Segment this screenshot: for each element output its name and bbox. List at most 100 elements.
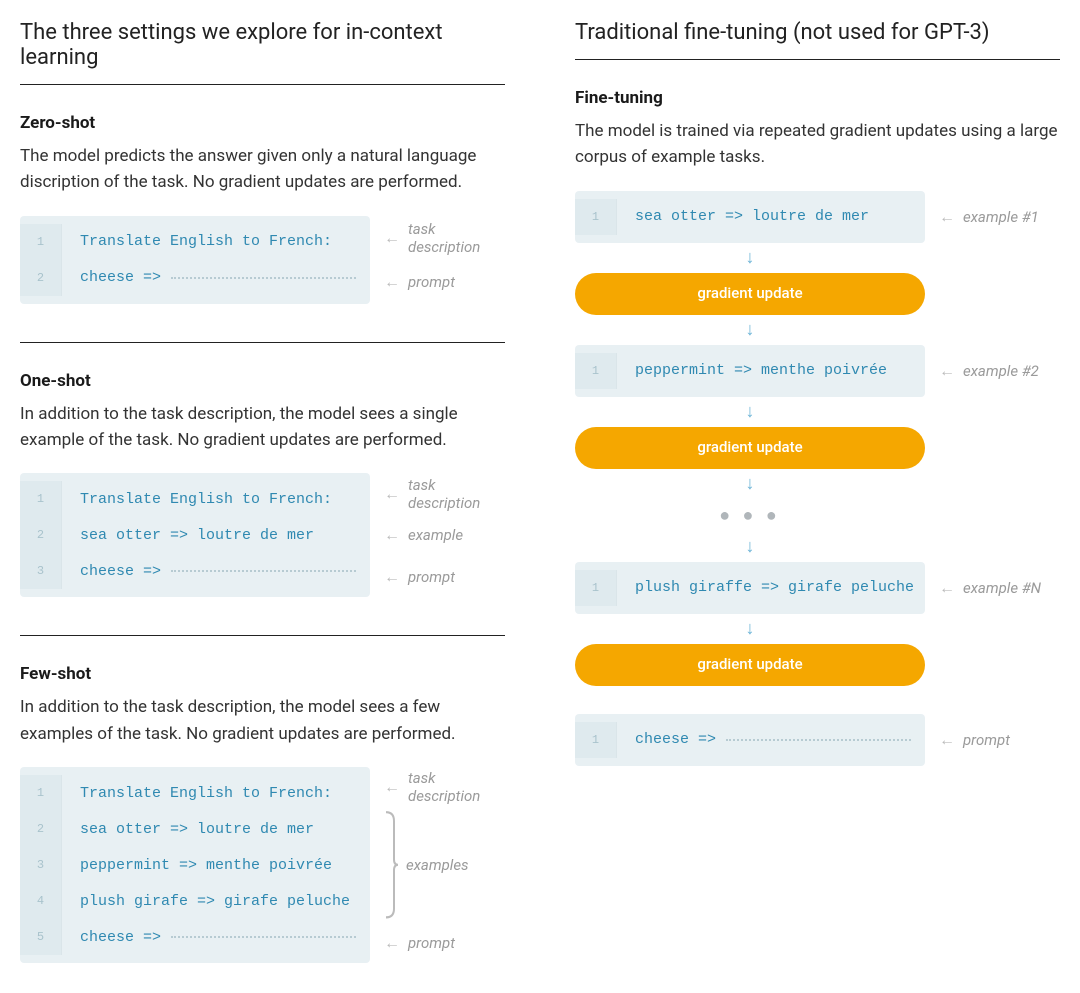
code-block-with-annotations: 1Translate English to French:2cheese =>←… [20, 216, 505, 304]
line-number: 3 [20, 847, 62, 883]
code-block: 1cheese => [575, 714, 925, 766]
code-text: sea otter => loutre de mer [62, 821, 314, 838]
code-text: Translate English to French: [62, 785, 332, 802]
code-row: 1cheese => [575, 722, 925, 758]
annotation-text: examples [406, 856, 469, 874]
annotation: ← example #2 [939, 353, 1060, 389]
section-description: The model predicts the answer given only… [20, 143, 505, 196]
line-number: 2 [20, 260, 62, 296]
down-arrow-icon: ↓ [575, 315, 925, 345]
left-arrow-icon: ← [384, 228, 400, 248]
ellipsis-icon: ● ● ● [575, 499, 925, 532]
section-description: In addition to the task description, the… [20, 694, 505, 747]
line-number: 4 [20, 883, 62, 919]
code-row: 2sea otter => loutre de mer [20, 517, 370, 553]
left-arrow-icon: ← [939, 207, 955, 227]
code-text: sea otter => loutre de mer [617, 208, 869, 225]
line-number: 2 [20, 517, 62, 553]
left-column-title: The three settings we explore for in-con… [20, 20, 505, 85]
left-arrow-icon: ← [384, 933, 400, 953]
code-row: 1Translate English to French: [20, 224, 370, 260]
down-arrow-icon: ↓ [575, 243, 925, 273]
code-text: cheese => [62, 563, 161, 580]
line-number: 1 [575, 353, 617, 389]
annotation-text: prompt [408, 273, 455, 291]
dotted-line [171, 936, 356, 938]
annotation: ← task description [384, 473, 505, 514]
code-text: cheese => [62, 929, 161, 946]
line-number: 5 [20, 919, 62, 955]
code-text: plush giraffe => girafe peluche [617, 579, 914, 596]
annotation-text: prompt [408, 934, 455, 952]
code-row: 1peppermint => menthe poivrée [575, 353, 925, 389]
code-text: cheese => [62, 269, 161, 286]
annotation-text: example #1 [963, 208, 1039, 226]
section-separator [20, 635, 505, 636]
left-arrow-icon: ← [939, 730, 955, 750]
code-row: 2sea otter => loutre de mer [20, 811, 370, 847]
code-row: 2cheese => [20, 260, 370, 296]
code-block: 1Translate English to French:2cheese => [20, 216, 370, 304]
code-text: cheese => [617, 731, 716, 748]
left-arrow-icon: ← [939, 361, 955, 381]
code-text: sea otter => loutre de mer [62, 527, 314, 544]
annotation-bracket: examples [384, 806, 505, 924]
code-text: Translate English to French: [62, 233, 332, 250]
annotation-column: ← task description ← prompt [384, 216, 505, 304]
annotation: ← task description [384, 216, 505, 260]
line-number: 3 [20, 553, 62, 589]
dotted-line [171, 570, 356, 572]
annotation: ← example #1 [939, 199, 1060, 235]
annotation-column: ←task description←example←prompt [384, 473, 505, 597]
right-column-title: Traditional fine-tuning (not used for GP… [575, 20, 1060, 60]
line-number: 1 [20, 775, 62, 811]
code-block: 1plush giraffe => girafe peluche [575, 562, 925, 614]
annotation: ←task description [384, 767, 505, 806]
code-text: peppermint => menthe poivrée [62, 857, 332, 874]
section-title: One-shot [20, 371, 505, 391]
left-arrow-icon: ← [384, 272, 400, 292]
line-number: 1 [575, 570, 617, 606]
example-row: 1cheese => ←prompt [575, 714, 1060, 766]
line-number: 1 [575, 722, 617, 758]
code-block-with-annotations: 1Translate English to French:2sea otter … [20, 767, 505, 963]
code-block: 1sea otter => loutre de mer [575, 191, 925, 243]
line-number: 1 [20, 481, 62, 517]
line-number: 1 [20, 224, 62, 260]
dotted-line [726, 739, 911, 741]
code-block: 1Translate English to French:2sea otter … [20, 473, 370, 597]
section-description: The model is trained via repeated gradie… [575, 118, 1060, 171]
left-arrow-icon: ← [384, 484, 400, 504]
gradient-update-pill: gradient update [575, 273, 925, 315]
code-row: 1sea otter => loutre de mer [575, 199, 925, 235]
left-arrow-icon: ← [384, 567, 400, 587]
annotation: ← prompt [384, 556, 505, 597]
dotted-line [171, 277, 356, 279]
down-arrow-icon: ↓ [575, 397, 925, 427]
example-row: 1sea otter => loutre de mer ← example #1 [575, 191, 1060, 243]
code-text: plush girafe => girafe peluche [62, 893, 350, 910]
code-row: 1Translate English to French: [20, 481, 370, 517]
code-row: 3cheese => [20, 553, 370, 589]
annotation: ← prompt [384, 924, 505, 963]
code-text: Translate English to French: [62, 491, 332, 508]
code-row: 5cheese => [20, 919, 370, 955]
gradient-update-pill: gradient update [575, 427, 925, 469]
code-block: 1peppermint => menthe poivrée [575, 345, 925, 397]
annotation-text: example #2 [963, 362, 1039, 380]
code-row: 1Translate English to French: [20, 775, 370, 811]
annotation: ← prompt [384, 260, 505, 304]
annotation: ←example [384, 515, 505, 556]
code-text: peppermint => menthe poivrée [617, 362, 887, 379]
annotation-text: task description [408, 476, 505, 512]
left-arrow-icon: ← [384, 525, 400, 545]
section-title: Zero-shot [20, 113, 505, 133]
annotation-column: ←task description examples ← prompt [384, 767, 505, 963]
annotation-text: task description [408, 220, 505, 256]
example-row: 1plush giraffe => girafe peluche←example… [575, 562, 1060, 614]
code-row: 1plush giraffe => girafe peluche [575, 570, 925, 606]
annotation: ←prompt [939, 722, 1060, 758]
down-arrow-icon: ↓ [575, 614, 925, 644]
annotation-text: prompt [408, 568, 455, 586]
bracket-icon [384, 810, 398, 920]
